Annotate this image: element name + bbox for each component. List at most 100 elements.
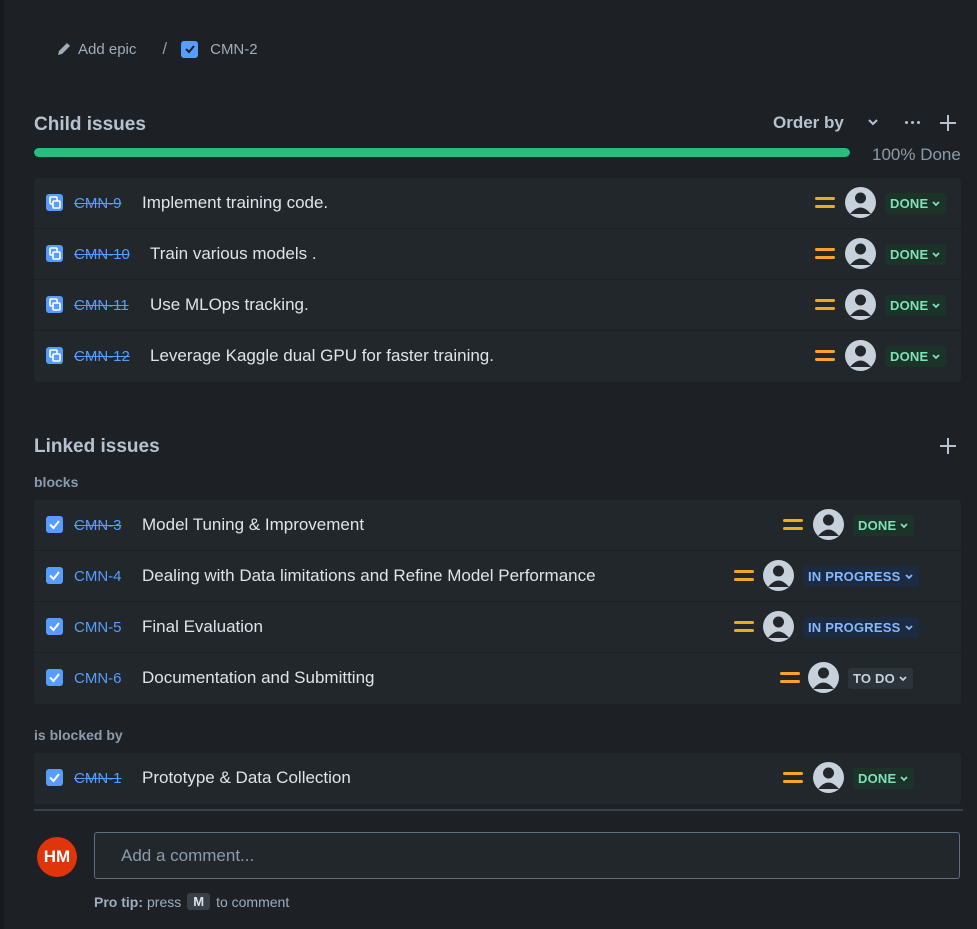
- chevron-down-icon: [932, 251, 940, 257]
- status-badge[interactable]: DONE: [853, 515, 915, 536]
- assignee-avatar[interactable]: [808, 662, 839, 693]
- child-issues-title: Child issues: [34, 114, 146, 135]
- chevron-down-icon[interactable]: [864, 113, 882, 131]
- status-badge[interactable]: DONE: [885, 244, 947, 265]
- chevron-down-icon: [932, 200, 940, 206]
- assignee-avatar[interactable]: [845, 187, 876, 218]
- medium-priority-icon: [815, 349, 835, 363]
- issue-summary[interactable]: Implement training code.: [142, 193, 328, 213]
- subtask-icon: [46, 245, 63, 267]
- issue-summary[interactable]: Use MLOps tracking.: [150, 295, 309, 315]
- divider: [34, 809, 963, 811]
- assignee-avatar[interactable]: [763, 611, 794, 642]
- status-badge[interactable]: DONE: [885, 346, 947, 367]
- list-item[interactable]: CMN-10 Train various models . DONE: [34, 229, 961, 280]
- task-checkbox-icon: [46, 618, 63, 640]
- breadcrumb-issue-key[interactable]: CMN-2: [210, 41, 258, 58]
- link-type-label: is blocked by: [34, 727, 123, 743]
- add-child-issue-icon[interactable]: [939, 114, 957, 132]
- assignee-avatar[interactable]: [845, 289, 876, 320]
- issue-key-link[interactable]: CMN-11: [74, 297, 129, 314]
- add-linked-issue-icon[interactable]: [939, 437, 957, 455]
- breadcrumb-separator: /: [162, 39, 168, 58]
- progress-label: 100% Done: [872, 145, 961, 164]
- medium-priority-icon: [734, 620, 754, 634]
- pro-tip-suffix: to comment: [216, 893, 290, 910]
- issue-summary[interactable]: Model Tuning & Improvement: [142, 515, 364, 535]
- list-item[interactable]: CMN-9 Implement training code. DONE: [34, 178, 961, 229]
- status-badge[interactable]: IN PROGRESS: [803, 566, 919, 587]
- order-by-button[interactable]: Order by: [773, 113, 844, 133]
- status-badge[interactable]: DONE: [885, 193, 947, 214]
- link-type-label: blocks: [34, 474, 79, 490]
- medium-priority-icon: [783, 771, 803, 785]
- user-avatar[interactable]: HM: [37, 837, 77, 877]
- list-item[interactable]: CMN-1 Prototype & Data Collection DONE: [34, 753, 961, 804]
- pro-tip-label: Pro tip:: [94, 893, 143, 910]
- status-badge[interactable]: DONE: [853, 768, 915, 789]
- assignee-avatar[interactable]: [813, 509, 844, 540]
- issue-summary[interactable]: Train various models .: [150, 244, 317, 264]
- medium-priority-icon: [734, 569, 754, 583]
- issue-summary[interactable]: Dealing with Data limitations and Refine…: [142, 566, 596, 586]
- child-issues-list: CMN-9 Implement training code. DONE CMN-…: [34, 178, 961, 382]
- issue-summary[interactable]: Documentation and Submitting: [142, 668, 374, 688]
- task-checkbox-icon: [46, 516, 63, 538]
- list-item[interactable]: CMN-12 Leverage Kaggle dual GPU for fast…: [34, 331, 961, 382]
- list-item[interactable]: CMN-3 Model Tuning & Improvement DONE: [34, 500, 961, 551]
- comment-input[interactable]: Add a comment...: [94, 832, 960, 879]
- keyboard-shortcut: M: [187, 893, 211, 910]
- issue-key-link[interactable]: CMN-3: [74, 517, 122, 534]
- medium-priority-icon: [815, 196, 835, 210]
- task-checkbox-icon: [181, 40, 199, 58]
- assignee-avatar[interactable]: [813, 762, 844, 793]
- add-epic-link[interactable]: Add epic: [78, 41, 136, 58]
- blocks-list: CMN-3 Model Tuning & Improvement DONE CM…: [34, 500, 961, 704]
- assignee-avatar[interactable]: [845, 340, 876, 371]
- chevron-down-icon: [900, 775, 908, 781]
- issue-summary[interactable]: Prototype & Data Collection: [142, 768, 351, 788]
- pencil-icon[interactable]: [56, 41, 72, 57]
- subtask-icon: [46, 347, 63, 369]
- medium-priority-icon: [815, 247, 835, 261]
- issue-summary[interactable]: Leverage Kaggle dual GPU for faster trai…: [150, 346, 494, 366]
- issue-key-link[interactable]: CMN-9: [74, 195, 122, 212]
- issue-summary[interactable]: Final Evaluation: [142, 617, 263, 637]
- list-item[interactable]: CMN-11 Use MLOps tracking. DONE: [34, 280, 961, 331]
- medium-priority-icon: [780, 671, 800, 685]
- pro-tip-press: press: [147, 893, 182, 910]
- task-checkbox-icon: [46, 567, 63, 589]
- medium-priority-icon: [815, 298, 835, 312]
- status-badge[interactable]: TO DO: [848, 668, 913, 689]
- child-progress-bar: [34, 148, 850, 157]
- issue-key-link[interactable]: CMN-1: [74, 770, 122, 787]
- chevron-down-icon: [932, 302, 940, 308]
- assignee-avatar[interactable]: [763, 560, 794, 591]
- issue-key-link[interactable]: CMN-4: [74, 568, 122, 585]
- chevron-down-icon: [900, 522, 908, 528]
- status-badge[interactable]: DONE: [885, 295, 947, 316]
- chevron-down-icon: [899, 675, 907, 681]
- task-checkbox-icon: [46, 669, 63, 691]
- subtask-icon: [46, 296, 63, 318]
- list-item[interactable]: CMN-6 Documentation and Submitting TO DO: [34, 653, 961, 704]
- issue-key-link[interactable]: CMN-12: [74, 348, 130, 365]
- linked-issues-title: Linked issues: [34, 436, 160, 457]
- list-item[interactable]: CMN-4 Dealing with Data limitations and …: [34, 551, 961, 602]
- issue-key-link[interactable]: CMN-10: [74, 246, 130, 263]
- issue-key-link[interactable]: CMN-5: [74, 619, 122, 636]
- issue-detail-pane: Add epic / CMN-2 Child issues Order by 1…: [4, 0, 977, 929]
- blocked-by-list: CMN-1 Prototype & Data Collection DONE: [34, 753, 961, 804]
- list-item[interactable]: CMN-5 Final Evaluation IN PROGRESS: [34, 602, 961, 653]
- task-checkbox-icon: [46, 769, 63, 791]
- assignee-avatar[interactable]: [845, 238, 876, 269]
- pro-tip: Pro tip: press M to comment: [94, 893, 289, 910]
- more-icon[interactable]: [901, 113, 923, 131]
- subtask-icon: [46, 194, 63, 216]
- status-badge[interactable]: IN PROGRESS: [803, 617, 919, 638]
- chevron-down-icon: [904, 624, 913, 630]
- chevron-down-icon: [932, 353, 940, 359]
- issue-key-link[interactable]: CMN-6: [74, 670, 122, 687]
- medium-priority-icon: [783, 518, 803, 532]
- chevron-down-icon: [904, 573, 913, 579]
